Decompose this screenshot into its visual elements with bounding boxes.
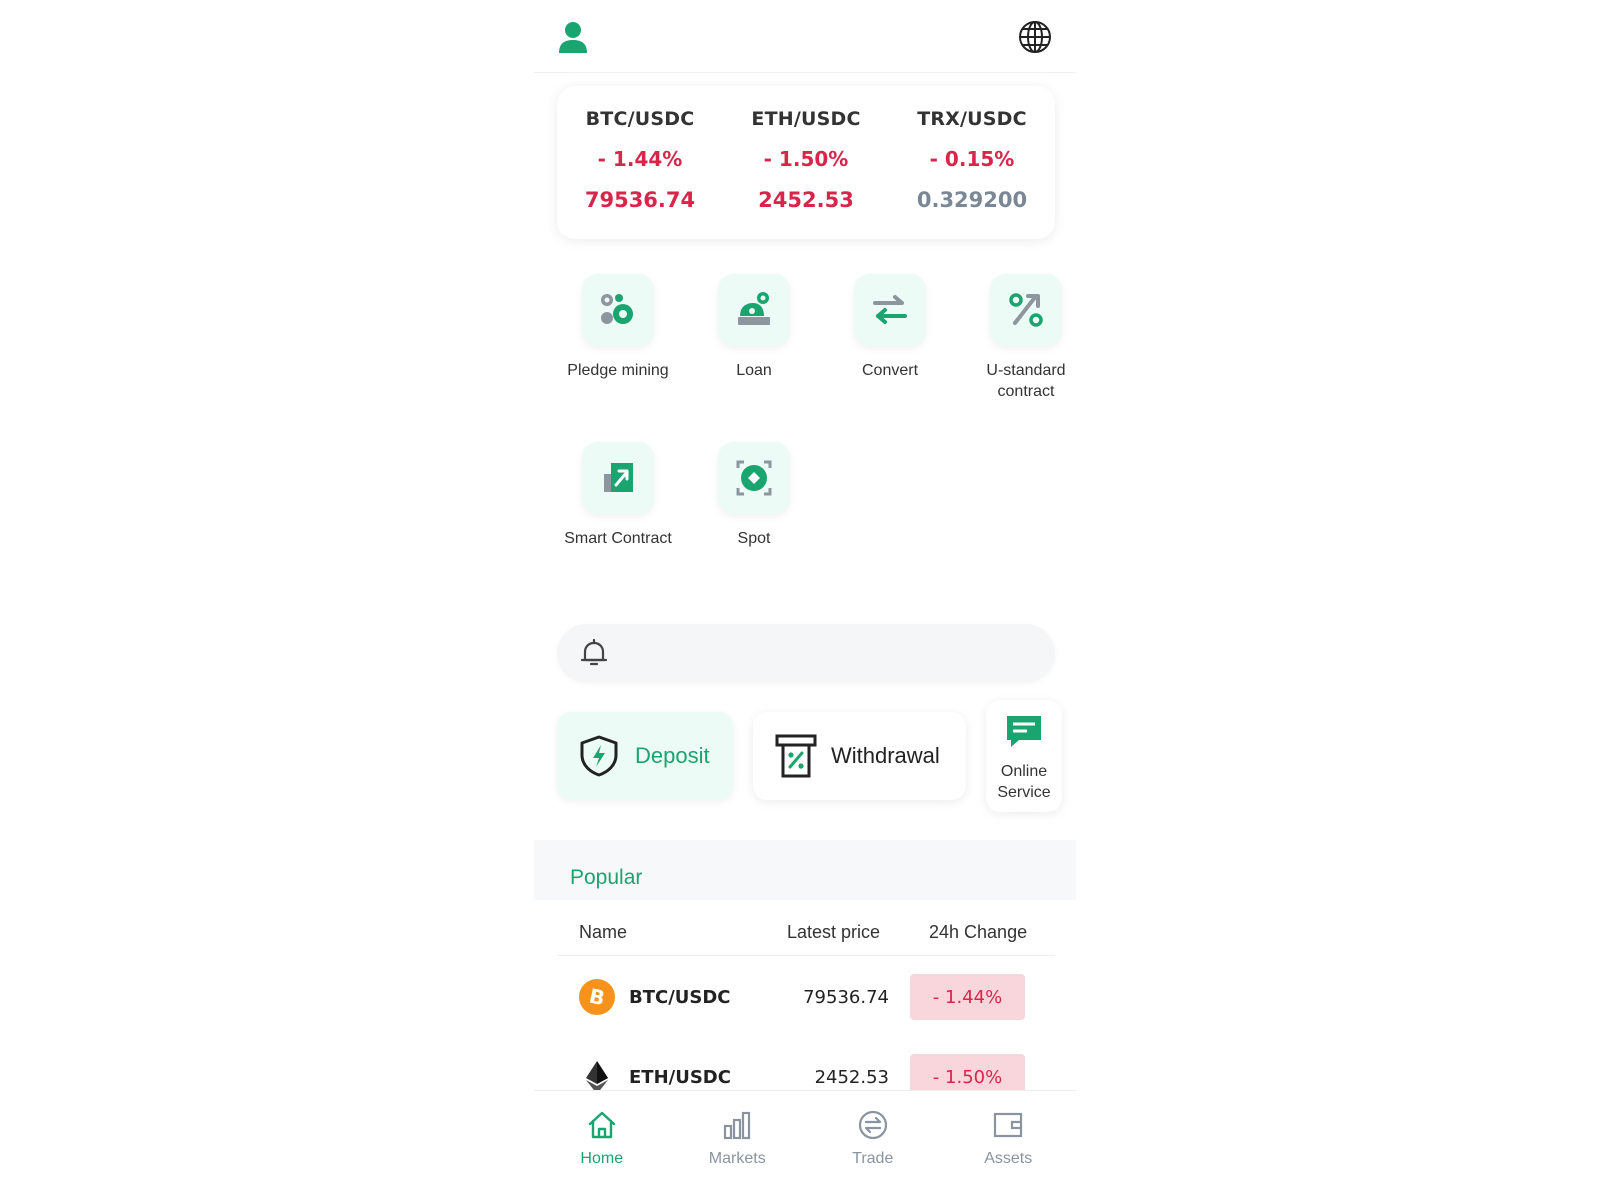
menu-spot[interactable]: Spot xyxy=(686,442,822,549)
deposit-label: Deposit xyxy=(635,743,710,768)
online-service-button[interactable]: Online Service xyxy=(986,700,1062,812)
chat-bubble-icon xyxy=(1007,716,1041,747)
top-header xyxy=(534,0,1076,73)
menu-label: Spot xyxy=(737,530,771,547)
online-service-label: Online Service xyxy=(997,763,1051,801)
wallet-icon xyxy=(994,1112,1023,1138)
column-24h-change[interactable]: 24h Change xyxy=(929,922,1027,943)
bar-chart-icon xyxy=(724,1111,751,1140)
nav-trade[interactable]: Trade xyxy=(805,1091,941,1200)
ticker-price: 0.329200 xyxy=(916,188,1028,212)
menu-smart-contract[interactable]: Smart Contract xyxy=(550,442,686,549)
home-icon xyxy=(588,1111,615,1139)
change-badge: - 1.44% xyxy=(910,974,1025,1020)
nav-label: Markets xyxy=(708,1150,766,1167)
bottom-navigation: Home Markets Trade Assets xyxy=(534,1090,1076,1200)
notice-bar[interactable] xyxy=(557,624,1055,682)
coin-price: 2452.53 xyxy=(814,1067,889,1088)
ticker-change: - 0.15% xyxy=(929,147,1015,171)
menu-label: Smart Contract xyxy=(564,530,672,547)
menu-loan[interactable]: Loan xyxy=(686,274,822,381)
app-screen: BTC/USDC - 1.44% 79536.74 ETH/USDC - 1.5… xyxy=(534,0,1076,1200)
coin-pair: ETH/USDC xyxy=(629,1067,731,1088)
nav-label: Home xyxy=(580,1150,624,1167)
ticker-pair: TRX/USDC xyxy=(917,108,1027,130)
pledge-mining-icon xyxy=(582,274,654,346)
withdrawal-label: Withdrawal xyxy=(831,743,940,768)
menu-pledge-mining[interactable]: Pledge mining xyxy=(550,274,686,381)
trade-icon xyxy=(858,1110,887,1140)
ticker-price: 2452.53 xyxy=(758,188,854,212)
menu-u-standard-contract[interactable]: U-standard contract xyxy=(958,274,1076,402)
nav-label: Assets xyxy=(984,1150,1033,1167)
ticker-change: - 1.50% xyxy=(763,147,849,171)
bitcoin-icon: B xyxy=(579,979,615,1015)
atm-receipt-icon xyxy=(775,734,817,778)
nav-markets[interactable]: Markets xyxy=(670,1091,806,1200)
percent-contract-icon xyxy=(990,274,1062,346)
menu-label: Pledge mining xyxy=(567,362,669,379)
ticker-pair: BTC/USDC xyxy=(585,108,695,130)
loan-icon xyxy=(718,274,790,346)
coin-pair: BTC/USDC xyxy=(629,987,731,1008)
ticker-btc[interactable]: BTC/USDC - 1.44% 79536.74 xyxy=(557,86,723,239)
column-latest-price[interactable]: Latest price xyxy=(787,922,880,943)
shield-bolt-icon xyxy=(580,735,618,777)
user-avatar-icon[interactable] xyxy=(558,20,588,56)
coin-price: 79536.74 xyxy=(803,987,889,1008)
ticker-price: 79536.74 xyxy=(584,188,696,212)
column-name: Name xyxy=(579,922,628,942)
ticker-trx[interactable]: TRX/USDC - 0.15% 0.329200 xyxy=(889,86,1055,239)
menu-label: U-standard contract xyxy=(986,362,1066,400)
ticker-card: BTC/USDC - 1.44% 79536.74 ETH/USDC - 1.5… xyxy=(557,86,1055,239)
ticker-pair: ETH/USDC xyxy=(751,108,861,130)
nav-assets[interactable]: Assets xyxy=(941,1091,1077,1200)
market-table-header: Name Latest price 24h Change xyxy=(557,900,1055,956)
ticker-eth[interactable]: ETH/USDC - 1.50% 2452.53 xyxy=(723,86,889,239)
withdrawal-button[interactable]: Withdrawal xyxy=(753,712,966,800)
table-row[interactable]: B BTC/USDC 79536.74 - 1.44% xyxy=(557,958,1055,1038)
popular-title[interactable]: Popular xyxy=(570,866,642,890)
menu-label: Convert xyxy=(861,362,919,379)
globe-icon[interactable] xyxy=(1016,18,1054,56)
convert-arrows-icon xyxy=(854,274,926,346)
spot-icon xyxy=(718,442,790,514)
deposit-button[interactable]: Deposit xyxy=(557,712,733,800)
nav-label: Trade xyxy=(852,1150,894,1167)
smart-contract-icon xyxy=(582,442,654,514)
menu-label: Loan xyxy=(736,362,772,379)
nav-home[interactable]: Home xyxy=(534,1091,670,1200)
menu-convert[interactable]: Convert xyxy=(822,274,958,381)
bell-icon xyxy=(580,638,608,666)
ticker-change: - 1.44% xyxy=(597,147,683,171)
popular-section-header: Popular xyxy=(534,840,1076,900)
